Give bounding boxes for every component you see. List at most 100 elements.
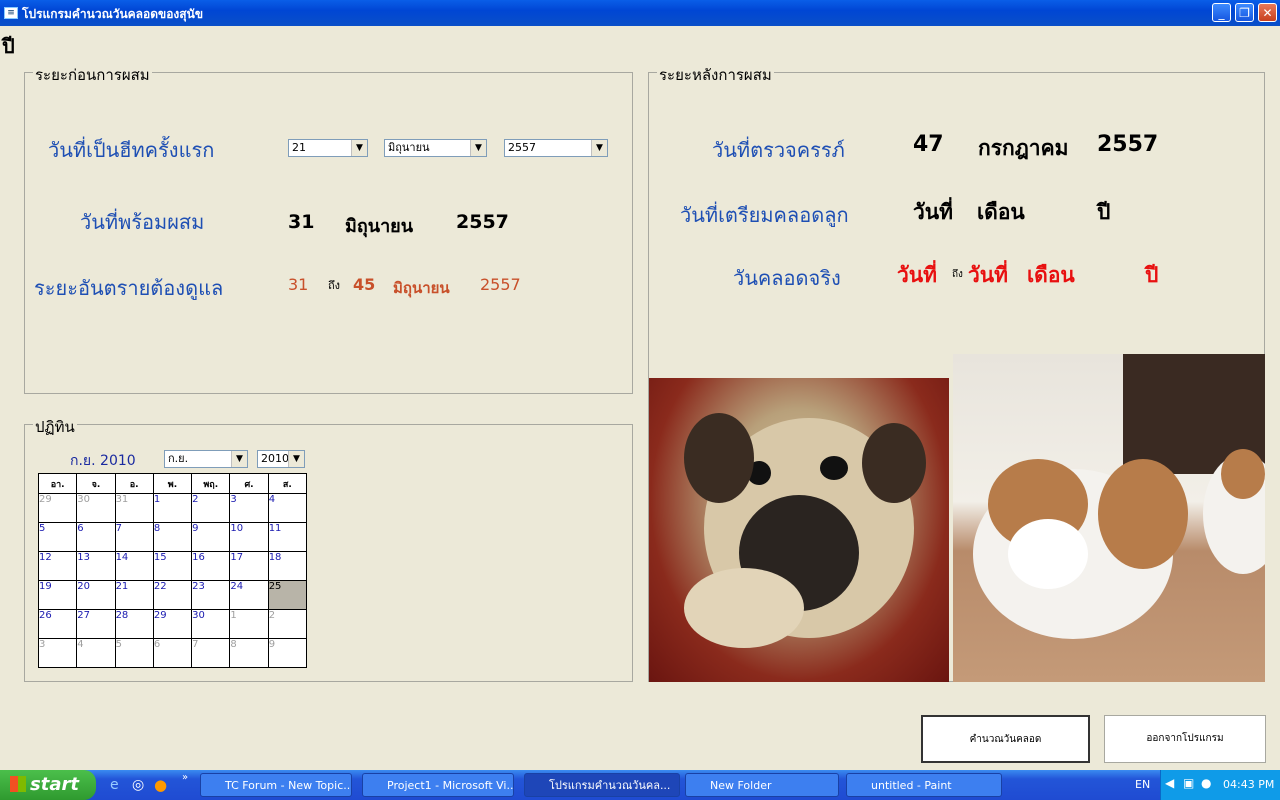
calendar-day[interactable]: 20 (76, 580, 116, 610)
calendar-day[interactable]: 5 (114, 638, 154, 668)
calendar-day[interactable]: 7 (191, 638, 231, 668)
weekday-header: ศ. (229, 473, 269, 494)
network-icon[interactable]: ▣ (1183, 776, 1194, 790)
calendar-day[interactable]: 7 (114, 522, 154, 552)
first-heat-label: วันที่เป็นฮีทครั้งแรก (48, 138, 215, 162)
ie-icon[interactable]: e (110, 777, 119, 793)
danger-year: 2557 (480, 275, 521, 294)
calendar-day[interactable]: 15 (152, 551, 193, 581)
media-icon[interactable]: ◎ (132, 777, 144, 793)
calendar-year-select[interactable]: 2010 ▼ (257, 450, 305, 468)
bulldog-illustration (973, 354, 1265, 639)
calendar-day[interactable]: 30 (191, 609, 231, 639)
month-select-value: มิถุนายน (388, 141, 430, 154)
actual-to: วันที่ (968, 263, 1008, 287)
calendar-day[interactable]: 1 (152, 493, 193, 523)
start-button[interactable]: start (0, 770, 96, 800)
restore-button[interactable]: ❐ (1235, 3, 1254, 22)
prepare-birth-label: วันที่เตรียมคลอดลูก (680, 203, 849, 227)
taskbar-item-app[interactable]: โปรแกรมคำนวณวันคล... (524, 773, 680, 797)
ready-day: 31 (288, 211, 315, 233)
calendar-day[interactable]: 11 (267, 522, 308, 552)
day-select[interactable]: 21 ▼ (288, 139, 368, 157)
calendar-day[interactable]: 30 (76, 493, 116, 523)
calendar-day[interactable]: 23 (191, 580, 231, 610)
weekday-header: พ. (152, 473, 193, 494)
calendar-day[interactable]: 8 (229, 638, 269, 668)
chevron-down-icon[interactable]: ▼ (591, 140, 607, 156)
prepare-day: วันที่ (913, 200, 953, 224)
taskbar-item-vb[interactable]: Project1 - Microsoft Vi... (362, 773, 514, 797)
taskbar-item-paint[interactable]: untitled - Paint (846, 773, 1002, 797)
month-select[interactable]: มิถุนายน ▼ (384, 139, 487, 157)
calendar-day[interactable]: 6 (152, 638, 193, 668)
exit-button[interactable]: ออกจากโปรแกรม (1104, 715, 1266, 763)
calendar-day[interactable]: 17 (229, 551, 269, 581)
taskbar-item-folder[interactable]: New Folder (685, 773, 839, 797)
calendar-day[interactable]: 26 (37, 609, 78, 639)
pug-illustration (684, 413, 926, 648)
danger-month: มิถุนายน (393, 279, 450, 297)
calendar-day[interactable]: 3 (229, 493, 269, 523)
check-month: กรกฎาคม (978, 136, 1069, 160)
calendar-month-select[interactable]: ก.ย. ▼ (164, 450, 248, 468)
calendar-day[interactable]: 14 (114, 551, 154, 581)
calendar-day[interactable]: 27 (76, 609, 116, 639)
calendar-day[interactable]: 29 (37, 493, 78, 523)
window-titlebar[interactable]: ≡ โปรแกรมคำนวณวันคลอดของสุนัข _ ❐ ✕ (0, 0, 1280, 26)
ready-month: มิถุนายน (345, 216, 414, 237)
after-mating-title: ระยะหลังการผสม (657, 63, 774, 87)
chevron-down-icon[interactable]: ▼ (288, 451, 304, 467)
calendar-day[interactable]: 2 (267, 609, 308, 639)
pug-photo (649, 378, 949, 682)
calendar-day[interactable]: 4 (267, 493, 308, 523)
calendar-day[interactable]: 9 (267, 638, 308, 668)
ready-year: 2557 (456, 211, 509, 233)
calendar-day[interactable]: 12 (37, 551, 78, 581)
firefox-icon[interactable]: ● (154, 776, 167, 794)
more-icon[interactable]: » (182, 772, 188, 783)
calendar-day[interactable]: 10 (229, 522, 269, 552)
chevron-down-icon[interactable]: ▼ (351, 140, 367, 156)
calendar-day[interactable]: 4 (76, 638, 116, 668)
close-button[interactable]: ✕ (1258, 3, 1277, 22)
calendar-heading: ก.ย. 2010 (70, 453, 136, 469)
calendar-day[interactable]: 31 (114, 493, 154, 523)
calculate-button[interactable]: คำนวณวันคลอด (921, 715, 1090, 763)
calendar-day[interactable]: 3 (37, 638, 78, 668)
calendar-day[interactable]: 8 (152, 522, 193, 552)
window-title: โปรแกรมคำนวณวันคลอดของสุนัข (22, 7, 204, 21)
calendar-day[interactable]: 5 (37, 522, 78, 552)
chevron-down-icon[interactable]: ▼ (470, 140, 486, 156)
system-tray: ◀ ▣ ● 04:43 PM (1160, 770, 1280, 800)
calendar-day[interactable]: 9 (191, 522, 231, 552)
calendar-day[interactable]: 24 (229, 580, 269, 610)
check-year: 2557 (1097, 132, 1159, 157)
minimize-button[interactable]: _ (1212, 3, 1231, 22)
clock[interactable]: 04:43 PM (1223, 778, 1274, 791)
calendar-day-selected[interactable]: 25 (267, 580, 308, 610)
windows-logo-icon (10, 776, 26, 792)
language-indicator[interactable]: EN (1135, 778, 1150, 791)
calendar-day[interactable]: 22 (152, 580, 193, 610)
calendar-day[interactable]: 21 (114, 580, 154, 610)
calendar-day[interactable]: 2 (191, 493, 231, 523)
bulldog-photo (953, 354, 1265, 682)
taskbar-item-firefox[interactable]: TC Forum - New Topic... (200, 773, 352, 797)
chevron-down-icon[interactable]: ▼ (231, 451, 247, 467)
calendar-day[interactable]: 18 (267, 551, 308, 581)
calendar-day[interactable]: 28 (114, 609, 154, 639)
taskbar: start e ◎ ● » TC Forum - New Topic... Pr… (0, 770, 1280, 800)
calendar-day[interactable]: 13 (76, 551, 116, 581)
calendar-day[interactable]: 19 (37, 580, 78, 610)
calendar-day[interactable]: 6 (76, 522, 116, 552)
calendar-day[interactable]: 29 (152, 609, 193, 639)
year-select[interactable]: 2557 ▼ (504, 139, 608, 157)
actual-month: เดือน (1027, 263, 1075, 287)
danger-from: 31 (288, 275, 309, 294)
calendar-title: ปฏิทิน (33, 415, 77, 439)
calendar-day[interactable]: 1 (229, 609, 269, 639)
calendar-day[interactable]: 16 (191, 551, 231, 581)
tray-arrow-icon[interactable]: ◀ (1165, 776, 1174, 790)
antivirus-icon[interactable]: ● (1201, 776, 1211, 790)
